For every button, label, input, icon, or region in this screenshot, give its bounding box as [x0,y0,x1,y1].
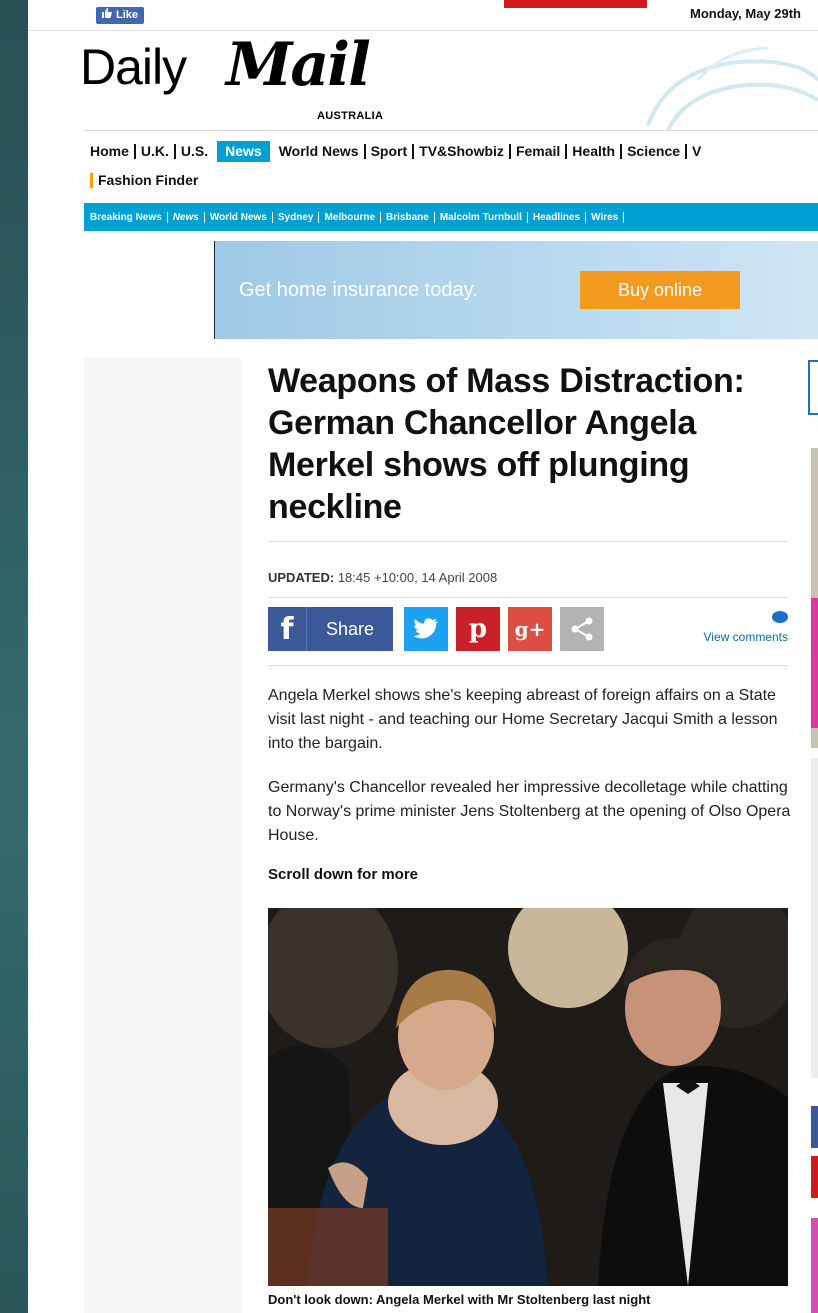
share-icon[interactable] [560,607,604,651]
primary-nav: Home U.K. U.S. News World News Sport TV&… [84,130,818,188]
updated-value: 18:45 +10:00, 14 April 2008 [337,570,498,585]
ad-banner[interactable]: Get home insurance today. Buy online [214,241,818,339]
facebook-share-button[interactable]: Share [306,607,393,651]
masthead-decoration [646,46,818,131]
slide-background [0,0,28,1313]
subnav-sydney[interactable]: Sydney [273,211,320,223]
article-photo[interactable] [268,908,788,1286]
view-comments-label: View comments [703,630,788,644]
logo-daily: Daily [80,39,187,95]
subnav-news[interactable]: News [168,211,205,223]
nav-news[interactable]: News [217,141,270,162]
logo-mail: Mail [226,30,371,100]
google-plus-icon[interactable]: g+ [508,607,552,651]
subnav-malcolm-turnbull[interactable]: Malcolm Turnbull [435,211,528,223]
rail-ad-strip [811,598,818,728]
subnav-headlines[interactable]: Headlines [528,211,587,223]
secondary-nav: Breaking News News World News Sydney Mel… [84,203,818,231]
divider [268,665,788,666]
divider [268,597,788,598]
comment-bubble-icon [772,611,788,623]
header-accent-bar [504,0,647,8]
logo-edition: AUSTRALIA [317,110,384,122]
nav-truncated[interactable]: V [687,144,706,159]
article-headline: Weapons of Mass Distraction: German Chan… [268,362,745,526]
subnav-world-news[interactable]: World News [205,211,273,223]
nav-health[interactable]: Health [567,144,623,159]
nav-tv-showbiz[interactable]: TV&Showbiz [414,144,511,159]
nav-us[interactable]: U.S. [176,144,213,159]
nav-home[interactable]: Home [90,144,136,159]
rail-module [811,758,818,1078]
subnav-melbourne[interactable]: Melbourne [319,211,382,223]
like-label: Like [116,9,139,21]
twitter-icon[interactable] [404,607,448,651]
pinterest-icon[interactable]: p [456,607,500,651]
rail-box [808,360,818,415]
share-bar: f Share p g+ View comments [268,607,788,653]
nav-world-news[interactable]: World News [274,144,366,159]
scroll-down-note: Scroll down for more [268,866,419,883]
article-paragraph: Angela Merkel shows she's keeping abreas… [268,687,778,752]
nav-sport[interactable]: Sport [366,144,415,159]
subnav-brisbane[interactable]: Brisbane [381,211,435,223]
subnav-breaking-news[interactable]: Breaking News [90,211,168,223]
top-bar: Like Monday, May 29th [28,0,818,31]
divider [268,541,788,542]
nav-uk[interactable]: U.K. [136,144,176,159]
rail-red-block [811,1156,818,1198]
nav-femail[interactable]: Femail [511,144,568,159]
nav-fashion-finder[interactable]: Fashion Finder [90,173,203,188]
rail-pink-block [811,1218,818,1313]
article-photo-illustration [268,908,788,1286]
article-updated: UPDATED: 18:45 +10:00, 14 April 2008 [268,570,497,585]
photo-caption: Don't look down: Angela Merkel with Mr S… [268,1292,651,1307]
thumbs-up-icon [102,7,112,24]
facebook-like-button[interactable]: Like [96,7,145,24]
subnav-wires[interactable]: Wires [586,211,625,223]
site-logo[interactable]: Daily Mail AUSTRALIA [80,30,480,124]
nav-science[interactable]: Science [622,144,688,159]
article-paragraph: Germany's Chancellor revealed her impres… [268,779,791,844]
rail-facebook [811,1106,818,1148]
ad-buy-online-button[interactable]: Buy online [580,271,740,309]
updated-label: UPDATED: [268,570,335,585]
facebook-icon[interactable]: f [268,607,306,651]
view-comments-link[interactable]: View comments [704,611,788,644]
current-date: Monday, May 29th [690,6,802,21]
left-column [84,358,242,1313]
webpage: Like Monday, May 29th Daily Mail AUSTRAL… [28,0,818,1313]
right-rail [808,358,818,1313]
ad-text: Get home insurance today. [239,279,478,301]
